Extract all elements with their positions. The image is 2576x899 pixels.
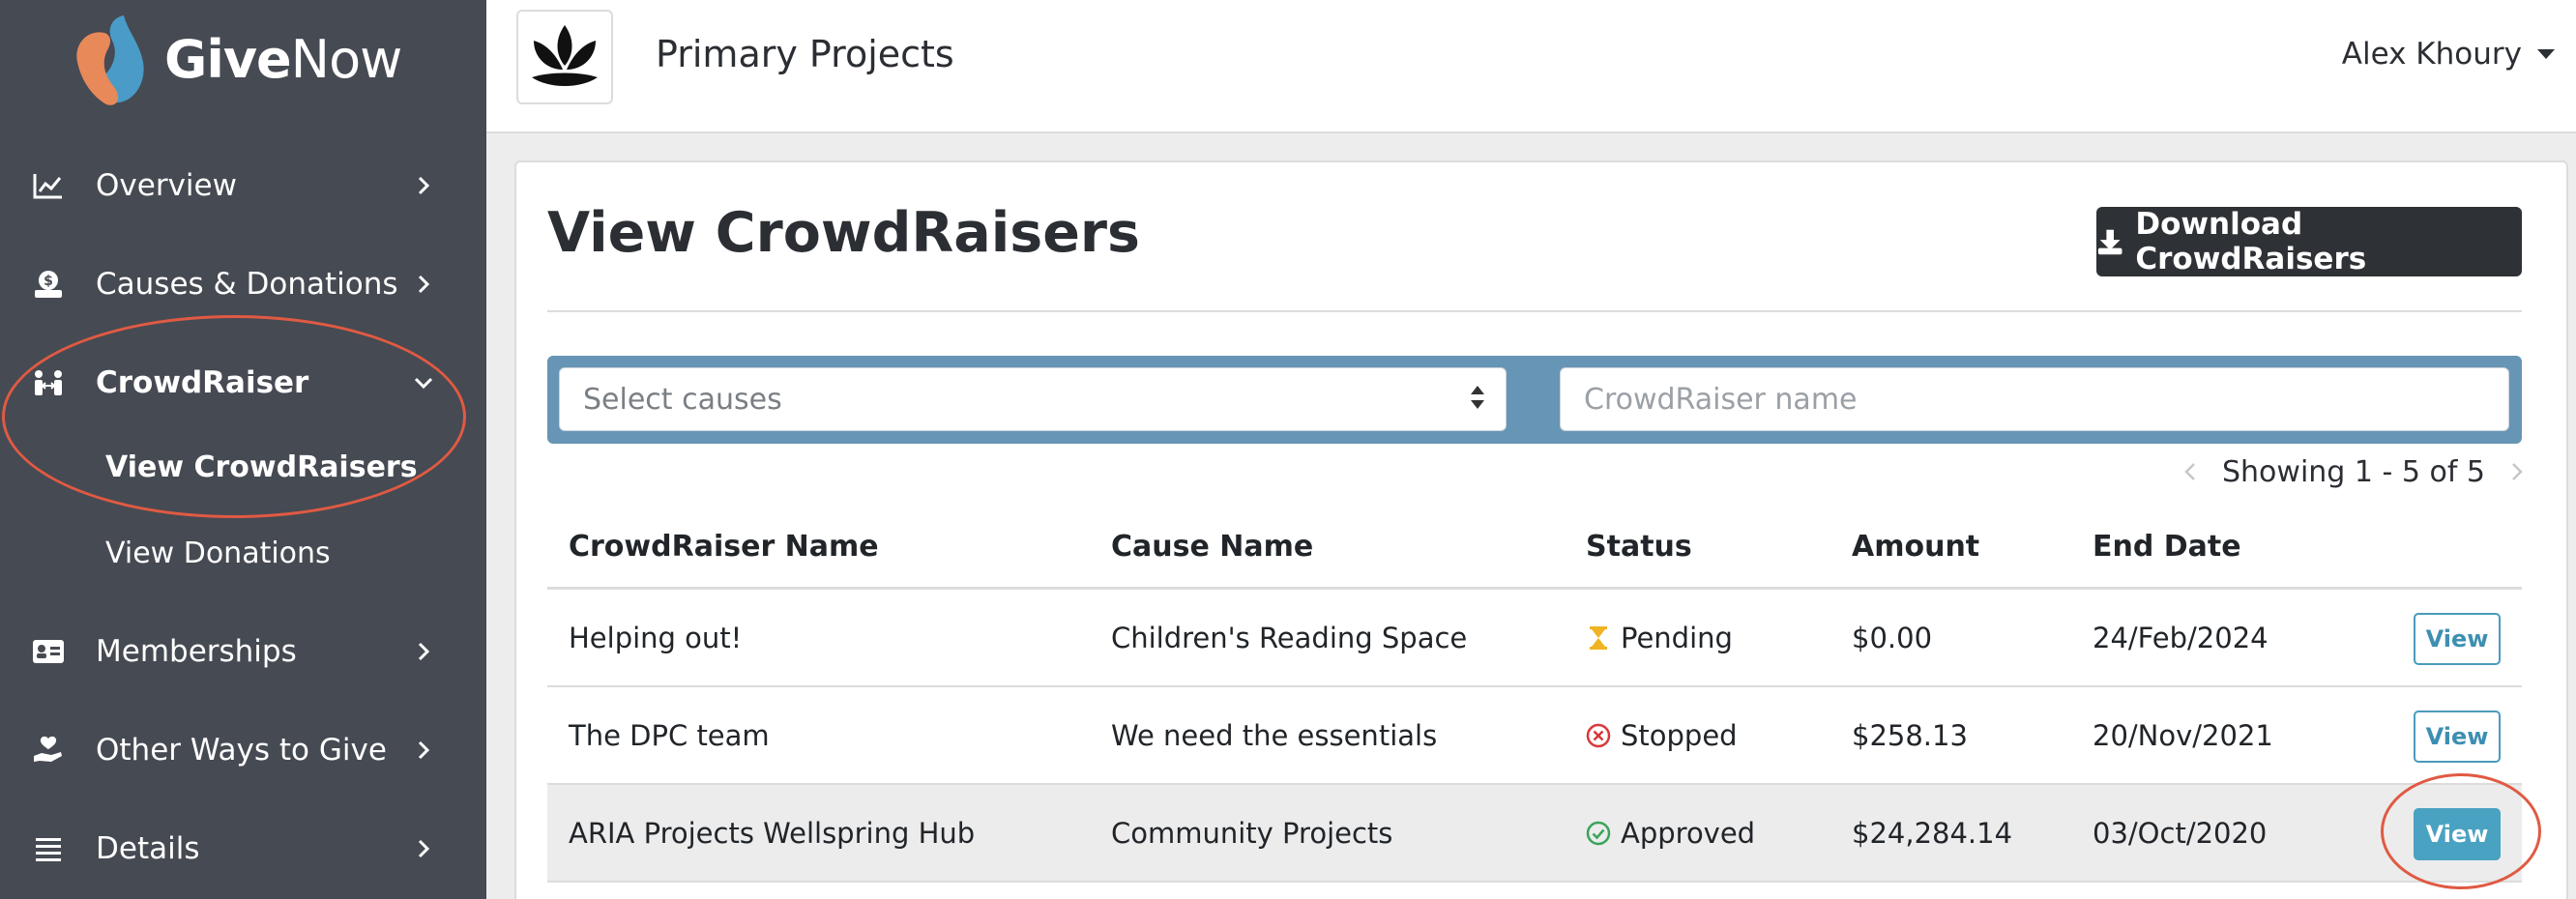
lotus-logo-icon: [532, 25, 598, 86]
chevron-right-icon: [412, 640, 435, 663]
givenow-wordmark: GiveNow: [164, 28, 403, 90]
donate-icon: $: [31, 267, 66, 302]
column-header-cause[interactable]: Cause Name: [1111, 530, 1313, 564]
download-icon: [2097, 229, 2122, 255]
sidebar-item-other-ways-to-give[interactable]: Other Ways to Give: [0, 711, 486, 789]
end-date: 24/Feb/2024: [2093, 622, 2269, 654]
list-icon: [31, 831, 66, 866]
people-arrows-icon: [31, 365, 66, 400]
crowdraiser-name: ARIA Projects Wellspring Hub: [569, 817, 976, 850]
cause-select-placeholder: Select causes: [583, 382, 782, 417]
user-menu[interactable]: Alex Khoury: [2342, 37, 2555, 72]
chevron-right-icon: [412, 739, 435, 762]
download-crowdraisers-button[interactable]: Download CrowdRaisers: [2096, 207, 2522, 276]
sidebar-item-details[interactable]: Details: [0, 810, 486, 887]
hourglass-icon: [1586, 625, 1611, 651]
crowdraiser-name-input[interactable]: [1560, 367, 2509, 431]
view-button[interactable]: View: [2414, 613, 2501, 665]
amount: $0.00: [1852, 622, 1933, 654]
sidebar-item-label: Other Ways to Give: [96, 733, 387, 768]
sidebar-item-label: Overview: [96, 168, 237, 203]
status-cell: Stopped: [1586, 719, 1738, 752]
column-header-end-date[interactable]: End Date: [2093, 530, 2241, 564]
cause-name: We need the essentials: [1111, 719, 1438, 752]
sidebar-item-overview[interactable]: Overview: [0, 147, 486, 224]
pagination: Showing 1 - 5 of 5: [2176, 450, 2532, 493]
times-circle-icon: [1586, 723, 1611, 748]
sidebar: GiveNow Overview $ Causes & Donations Cr…: [0, 0, 486, 899]
crowdraiser-name: Helping out!: [569, 622, 743, 654]
sidebar-subitem-view-crowdraisers[interactable]: View CrowdRaisers: [105, 450, 418, 484]
chevron-down-icon: [412, 371, 435, 394]
crowdraiser-name: The DPC team: [569, 719, 770, 752]
chevron-right-icon[interactable]: [2503, 457, 2532, 486]
givenow-heart-logo-icon: [76, 15, 144, 105]
sidebar-item-label: Memberships: [96, 634, 297, 669]
brand-now: Now: [290, 28, 403, 90]
chart-line-icon: [31, 168, 66, 203]
cause-select[interactable]: Select causes: [559, 367, 1507, 431]
sidebar-item-crowdraiser[interactable]: CrowdRaiser: [0, 344, 486, 421]
hand-holding-heart-icon: [31, 733, 66, 768]
page-title: View CrowdRaisers: [547, 201, 1140, 265]
table-header-row: CrowdRaiser Name Cause Name Status Amoun…: [547, 507, 2522, 590]
svg-text:$: $: [44, 274, 53, 289]
pagination-text: Showing 1 - 5 of 5: [2222, 454, 2486, 489]
view-button[interactable]: View: [2414, 808, 2501, 860]
user-name: Alex Khoury: [2341, 37, 2522, 72]
amount: $24,284.14: [1852, 817, 2013, 850]
top-bar: Primary Projects Alex Khoury: [486, 0, 2576, 133]
status-text: Approved: [1621, 817, 1756, 850]
status-text: Pending: [1621, 622, 1733, 654]
view-button[interactable]: View: [2414, 710, 2501, 763]
download-label: Download CrowdRaisers: [2135, 207, 2367, 276]
givenow-logo[interactable]: GiveNow: [66, 8, 403, 110]
table-row: Helping out! Children's Reading Space Pe…: [547, 590, 2522, 687]
chevron-right-icon: [412, 837, 435, 860]
sidebar-item-causes-donations[interactable]: $ Causes & Donations: [0, 246, 486, 323]
crowdraisers-table: CrowdRaiser Name Cause Name Status Amoun…: [547, 507, 2522, 883]
sidebar-item-label: CrowdRaiser: [96, 365, 309, 400]
column-header-status[interactable]: Status: [1586, 530, 1692, 564]
column-header-name[interactable]: CrowdRaiser Name: [569, 530, 879, 564]
sidebar-item-label: Causes & Donations: [96, 267, 398, 302]
chevron-right-icon: [412, 174, 435, 197]
sidebar-subitem-view-donations[interactable]: View Donations: [105, 536, 331, 570]
table-row: The DPC team We need the essentials Stop…: [547, 687, 2522, 785]
status-cell: Pending: [1586, 622, 1733, 654]
sidebar-item-memberships[interactable]: Memberships: [0, 613, 486, 690]
status-text: Stopped: [1621, 719, 1738, 752]
divider: [547, 310, 2522, 312]
column-header-amount[interactable]: Amount: [1852, 530, 1979, 564]
check-circle-icon: [1586, 821, 1611, 846]
table-row: ARIA Projects Wellspring Hub Community P…: [547, 785, 2522, 883]
select-arrows-icon: [1471, 386, 1484, 409]
end-date: 03/Oct/2020: [2093, 817, 2268, 850]
chevron-left-icon[interactable]: [2176, 457, 2205, 486]
sidebar-item-label: Details: [96, 831, 200, 866]
end-date: 20/Nov/2021: [2093, 719, 2273, 752]
id-card-icon: [31, 634, 66, 669]
org-logo: [516, 10, 613, 104]
cause-name: Children's Reading Space: [1111, 622, 1468, 654]
caret-down-icon: [2537, 49, 2555, 59]
org-name: Primary Projects: [656, 33, 954, 75]
cause-name: Community Projects: [1111, 817, 1393, 850]
amount: $258.13: [1852, 719, 1968, 752]
chevron-right-icon: [412, 273, 435, 296]
main-card: View CrowdRaisers Download CrowdRaisers …: [514, 160, 2568, 899]
brand-give: Give: [164, 28, 292, 90]
filter-bar: Select causes: [547, 356, 2522, 444]
status-cell: Approved: [1586, 817, 1755, 850]
